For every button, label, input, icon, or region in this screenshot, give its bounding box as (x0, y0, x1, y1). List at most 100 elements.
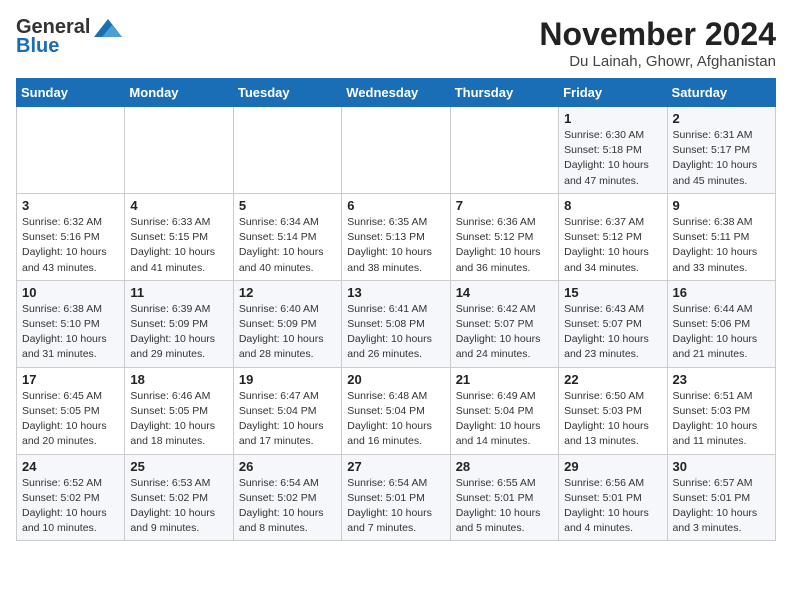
day-number: 18 (130, 372, 227, 387)
day-number: 30 (673, 459, 770, 474)
day-info: Sunrise: 6:53 AM Sunset: 5:02 PM Dayligh… (130, 476, 227, 537)
header-saturday: Saturday (667, 79, 775, 107)
day-info: Sunrise: 6:57 AM Sunset: 5:01 PM Dayligh… (673, 476, 770, 537)
page-title: November 2024 (539, 16, 776, 53)
logo: General Blue (16, 16, 122, 58)
day-number: 29 (564, 459, 661, 474)
day-number: 22 (564, 372, 661, 387)
day-info: Sunrise: 6:54 AM Sunset: 5:02 PM Dayligh… (239, 476, 336, 537)
calendar-table: SundayMondayTuesdayWednesdayThursdayFrid… (16, 78, 776, 541)
day-number: 4 (130, 198, 227, 213)
day-number: 26 (239, 459, 336, 474)
calendar-week-0: 1 Sunrise: 6:30 AM Sunset: 5:18 PM Daylig… (17, 107, 776, 194)
day-number: 7 (456, 198, 553, 213)
day-number: 25 (130, 459, 227, 474)
day-number: 13 (347, 285, 444, 300)
day-number: 16 (673, 285, 770, 300)
calendar-cell-w3-d2: 19Sunrise: 6:47 AM Sunset: 5:04 PM Dayli… (233, 367, 341, 454)
day-info: Sunrise: 6:56 AM Sunset: 5:01 PM Dayligh… (564, 476, 661, 537)
calendar-cell-w1-d1: 4Sunrise: 6:33 AM Sunset: 5:15 PM Daylig… (125, 193, 233, 280)
day-number: 23 (673, 372, 770, 387)
day-info: Sunrise: 6:50 AM Sunset: 5:03 PM Dayligh… (564, 389, 661, 450)
calendar-cell-w1-d3: 6 Sunrise: 6:35 AM Sunset: 5:13 PM Daylig… (342, 193, 450, 280)
calendar-cell-w3-d0: 17Sunrise: 6:45 AM Sunset: 5:05 PM Dayli… (17, 367, 125, 454)
day-number: 19 (239, 372, 336, 387)
day-number: 11 (130, 285, 227, 300)
day-number: 12 (239, 285, 336, 300)
day-number: 20 (347, 372, 444, 387)
calendar-cell-w2-d6: 16 Sunrise: 6:44 AM Sunset: 5:06 PM Dayli… (667, 280, 775, 367)
day-number: 15 (564, 285, 661, 300)
calendar-cell-w2-d4: 14Sunrise: 6:42 AM Sunset: 5:07 PM Dayli… (450, 280, 558, 367)
calendar-cell-w4-d0: 24Sunrise: 6:52 AM Sunset: 5:02 PM Dayli… (17, 454, 125, 541)
day-info: Sunrise: 6:40 AM Sunset: 5:09 PM Dayligh… (239, 302, 336, 363)
day-info: Sunrise: 6:41 AM Sunset: 5:08 PM Dayligh… (347, 302, 444, 363)
calendar-cell-w0-d0 (17, 107, 125, 194)
day-info: Sunrise: 6:55 AM Sunset: 5:01 PM Dayligh… (456, 476, 553, 537)
calendar-week-3: 17Sunrise: 6:45 AM Sunset: 5:05 PM Dayli… (17, 367, 776, 454)
day-number: 10 (22, 285, 119, 300)
calendar-cell-w4-d5: 29 Sunrise: 6:56 AM Sunset: 5:01 PM Dayli… (559, 454, 667, 541)
calendar-header-row: SundayMondayTuesdayWednesdayThursdayFrid… (17, 79, 776, 107)
day-number: 6 (347, 198, 444, 213)
calendar-cell-w3-d5: 22 Sunrise: 6:50 AM Sunset: 5:03 PM Dayli… (559, 367, 667, 454)
calendar-cell-w4-d6: 30 Sunrise: 6:57 AM Sunset: 5:01 PM Dayli… (667, 454, 775, 541)
header-wednesday: Wednesday (342, 79, 450, 107)
title-area: November 2024 Du Lainah, Ghowr, Afghanis… (539, 16, 776, 70)
header-tuesday: Tuesday (233, 79, 341, 107)
day-number: 21 (456, 372, 553, 387)
day-info: Sunrise: 6:31 AM Sunset: 5:17 PM Dayligh… (673, 128, 770, 189)
calendar-cell-w0-d6: 2 Sunrise: 6:31 AM Sunset: 5:17 PM Daylig… (667, 107, 775, 194)
day-number: 1 (564, 111, 661, 126)
calendar-cell-w3-d1: 18 Sunrise: 6:46 AM Sunset: 5:05 PM Dayli… (125, 367, 233, 454)
page-header: General Blue November 2024 Du Lainah, Gh… (16, 16, 776, 70)
day-number: 28 (456, 459, 553, 474)
calendar-cell-w0-d3 (342, 107, 450, 194)
header-sunday: Sunday (17, 79, 125, 107)
calendar-cell-w3-d4: 21 Sunrise: 6:49 AM Sunset: 5:04 PM Dayli… (450, 367, 558, 454)
day-number: 5 (239, 198, 336, 213)
calendar-week-2: 10Sunrise: 6:38 AM Sunset: 5:10 PM Dayli… (17, 280, 776, 367)
day-info: Sunrise: 6:30 AM Sunset: 5:18 PM Dayligh… (564, 128, 661, 189)
calendar-week-4: 24Sunrise: 6:52 AM Sunset: 5:02 PM Dayli… (17, 454, 776, 541)
header-friday: Friday (559, 79, 667, 107)
day-info: Sunrise: 6:52 AM Sunset: 5:02 PM Dayligh… (22, 476, 119, 537)
day-info: Sunrise: 6:49 AM Sunset: 5:04 PM Dayligh… (456, 389, 553, 450)
day-info: Sunrise: 6:48 AM Sunset: 5:04 PM Dayligh… (347, 389, 444, 450)
day-number: 8 (564, 198, 661, 213)
page-subtitle: Du Lainah, Ghowr, Afghanistan (539, 53, 776, 70)
calendar-cell-w0-d2 (233, 107, 341, 194)
calendar-cell-w1-d0: 3 Sunrise: 6:32 AM Sunset: 5:16 PM Daylig… (17, 193, 125, 280)
calendar-week-1: 3 Sunrise: 6:32 AM Sunset: 5:16 PM Daylig… (17, 193, 776, 280)
calendar-cell-w2-d0: 10Sunrise: 6:38 AM Sunset: 5:10 PM Dayli… (17, 280, 125, 367)
day-info: Sunrise: 6:46 AM Sunset: 5:05 PM Dayligh… (130, 389, 227, 450)
day-info: Sunrise: 6:35 AM Sunset: 5:13 PM Dayligh… (347, 215, 444, 276)
day-number: 14 (456, 285, 553, 300)
calendar-cell-w4-d2: 26 Sunrise: 6:54 AM Sunset: 5:02 PM Dayli… (233, 454, 341, 541)
calendar-cell-w0-d1 (125, 107, 233, 194)
calendar-cell-w4-d4: 28 Sunrise: 6:55 AM Sunset: 5:01 PM Dayli… (450, 454, 558, 541)
calendar-cell-w4-d3: 27Sunrise: 6:54 AM Sunset: 5:01 PM Dayli… (342, 454, 450, 541)
day-number: 27 (347, 459, 444, 474)
calendar-cell-w1-d6: 9Sunrise: 6:38 AM Sunset: 5:11 PM Daylig… (667, 193, 775, 280)
calendar-cell-w2-d3: 13 Sunrise: 6:41 AM Sunset: 5:08 PM Dayli… (342, 280, 450, 367)
calendar-cell-w2-d2: 12 Sunrise: 6:40 AM Sunset: 5:09 PM Dayli… (233, 280, 341, 367)
day-info: Sunrise: 6:44 AM Sunset: 5:06 PM Dayligh… (673, 302, 770, 363)
calendar-cell-w4-d1: 25 Sunrise: 6:53 AM Sunset: 5:02 PM Dayli… (125, 454, 233, 541)
header-monday: Monday (125, 79, 233, 107)
day-info: Sunrise: 6:43 AM Sunset: 5:07 PM Dayligh… (564, 302, 661, 363)
day-info: Sunrise: 6:32 AM Sunset: 5:16 PM Dayligh… (22, 215, 119, 276)
day-number: 3 (22, 198, 119, 213)
day-info: Sunrise: 6:45 AM Sunset: 5:05 PM Dayligh… (22, 389, 119, 450)
calendar-cell-w1-d5: 8Sunrise: 6:37 AM Sunset: 5:12 PM Daylig… (559, 193, 667, 280)
calendar-cell-w2-d1: 11Sunrise: 6:39 AM Sunset: 5:09 PM Dayli… (125, 280, 233, 367)
day-info: Sunrise: 6:51 AM Sunset: 5:03 PM Dayligh… (673, 389, 770, 450)
calendar-cell-w0-d4 (450, 107, 558, 194)
header-thursday: Thursday (450, 79, 558, 107)
day-number: 2 (673, 111, 770, 126)
calendar-cell-w3-d3: 20 Sunrise: 6:48 AM Sunset: 5:04 PM Dayli… (342, 367, 450, 454)
day-number: 9 (673, 198, 770, 213)
calendar-cell-w3-d6: 23 Sunrise: 6:51 AM Sunset: 5:03 PM Dayli… (667, 367, 775, 454)
calendar-cell-w1-d2: 5Sunrise: 6:34 AM Sunset: 5:14 PM Daylig… (233, 193, 341, 280)
calendar-cell-w1-d4: 7Sunrise: 6:36 AM Sunset: 5:12 PM Daylig… (450, 193, 558, 280)
